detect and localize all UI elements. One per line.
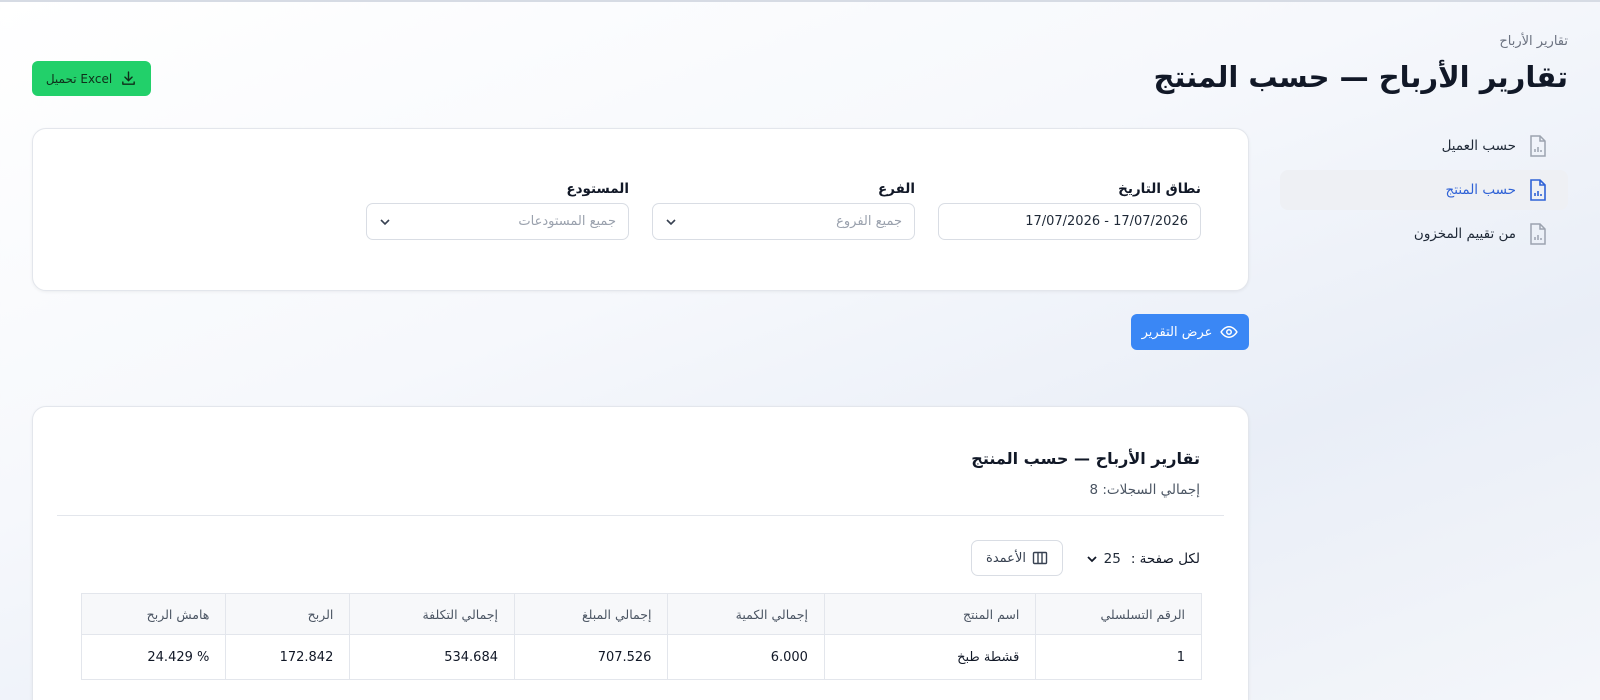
columns-button[interactable]: الأعمدة [971,540,1063,576]
nav-item-label: من تقييم المخزون [1413,226,1516,242]
cell-total-cost: 534.684 [349,634,515,680]
nav-item-from-inventory-valuation[interactable]: من تقييم المخزون [1280,214,1568,254]
filters-card: نطاق التاريخ 17/07/2026 - 17/07/2026 الف… [32,128,1249,291]
branch-label: الفرع [877,181,915,197]
report-card: تقارير الأرباح — حسب المنتج إجمالي السجل… [32,406,1249,700]
cell-serial: 1 [1035,634,1202,680]
nav-item-label: حسب العميل [1441,138,1516,154]
branch-select[interactable]: جميع الفروع [652,203,915,240]
document-chart-icon [1530,135,1546,157]
page-title: تقارير الأرباح — حسب المنتج [1153,60,1568,94]
download-icon [122,71,136,85]
warehouse-select[interactable]: جميع المستودعات [366,203,629,240]
nav-item-label: حسب المنتج [1445,182,1516,198]
show-report-label: عرض التقرير [1141,324,1213,340]
date-range-input[interactable]: 17/07/2026 - 17/07/2026 [938,203,1201,240]
column-header-profit[interactable]: الربح [225,593,351,635]
report-title: تقارير الأرباح — حسب المنتج [971,449,1200,468]
nav-item-by-customer[interactable]: حسب العميل [1280,126,1568,166]
column-header-total-amount[interactable]: إجمالي المبلغ [513,593,669,635]
cell-profit-margin: 24.429 % [80,634,227,680]
top-border [0,0,1600,2]
cell-profit: 172.842 [225,634,351,680]
download-excel-label: تحميل Excel [45,71,113,86]
eye-icon [1220,325,1239,339]
document-chart-icon [1530,223,1546,245]
cell-product-name: قشطة طبخ [823,634,1037,680]
show-report-button[interactable]: عرض التقرير [1131,314,1249,350]
column-header-total-cost[interactable]: إجمالي التكلفة [349,593,515,635]
table-row: 1 قشطة طبخ 6.000 707.526 534.684 172.842… [80,634,1202,680]
date-range-label: نطاق التاريخ [1118,181,1201,197]
report-divider [57,515,1224,516]
per-page-value: 25 [1103,551,1121,567]
warehouse-placeholder: جميع المستودعات [518,214,616,229]
cell-total-quantity: 6.000 [667,634,825,680]
per-page-select[interactable]: 25 [1086,551,1121,567]
warehouse-label: المستودع [566,181,629,197]
cell-total-amount: 707.526 [513,634,669,680]
total-records: إجمالي السجلات: 8 [1089,482,1201,498]
chevron-down-icon [666,218,676,225]
column-header-profit-margin[interactable]: هامش الربح [80,593,227,635]
column-header-total-quantity[interactable]: إجمالي الكمية [667,593,825,635]
column-header-serial[interactable]: الرقم التسلسلي [1035,593,1202,635]
date-range-filter: نطاق التاريخ 17/07/2026 - 17/07/2026 [938,181,1201,240]
profit-table: الرقم التسلسلي اسم المنتج إجمالي الكمية … [80,593,1202,680]
per-page-label: لكل صفحة : [1130,551,1200,567]
chevron-down-icon [380,218,390,225]
warehouse-filter: المستودع جميع المستودعات [366,181,629,240]
nav-item-by-product[interactable]: حسب المنتج [1280,170,1568,210]
per-page-control: لكل صفحة : 25 [1086,551,1200,567]
breadcrumb[interactable]: تقارير الأرباح [1499,34,1568,49]
download-excel-button[interactable]: تحميل Excel [32,61,151,96]
document-chart-icon [1530,179,1546,201]
branch-placeholder: جميع الفروع [836,214,902,229]
column-header-product-name[interactable]: اسم المنتج [823,593,1037,635]
table-header-row: الرقم التسلسلي اسم المنتج إجمالي الكمية … [80,593,1202,635]
branch-filter: الفرع جميع الفروع [652,181,915,240]
chevron-down-icon [1087,556,1097,563]
date-range-value: 17/07/2026 - 17/07/2026 [1025,214,1188,229]
report-side-nav: حسب العميل حسب المنتج من تقييم المخزون [1280,126,1568,258]
columns-icon [1032,551,1048,565]
columns-label: الأعمدة [986,550,1026,566]
